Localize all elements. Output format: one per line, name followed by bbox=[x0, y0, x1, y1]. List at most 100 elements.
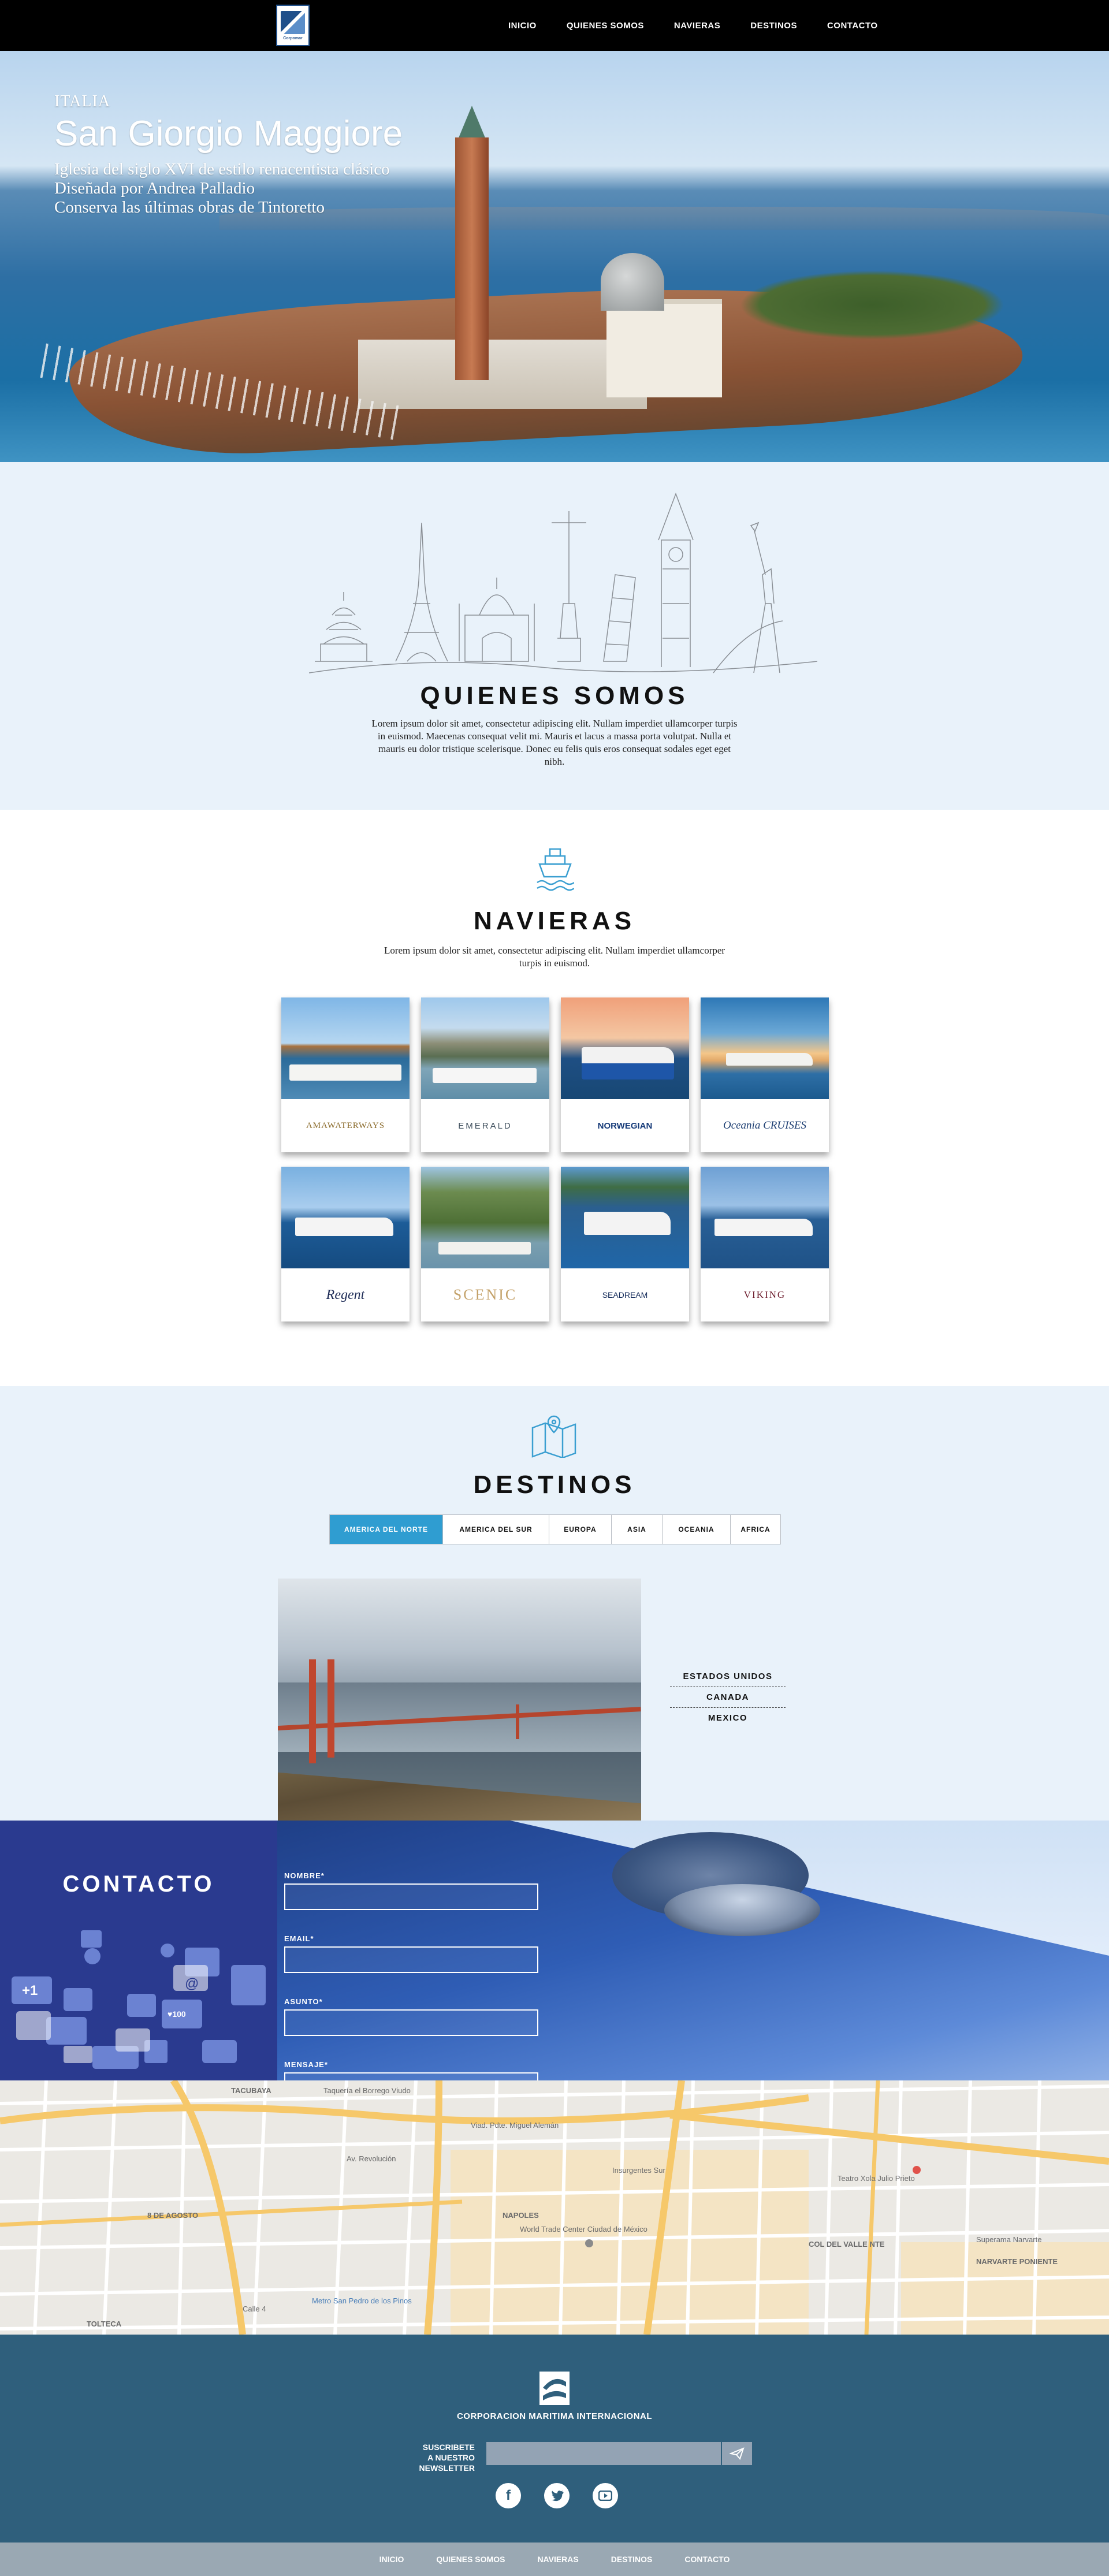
hero-line: Conserva las últimas obras de Tintoretto bbox=[54, 198, 325, 217]
hero-cloister bbox=[358, 340, 647, 409]
cruise-card-norwegian[interactable]: NORWEGIAN bbox=[561, 997, 689, 1152]
cruise-photo bbox=[561, 1167, 689, 1268]
nav-link-inicio[interactable]: INICIO bbox=[508, 21, 537, 31]
contact-form: NOMBRE* EMAIL* ASUNTO* MENSAJE* bbox=[284, 1871, 538, 2080]
cruise-photo bbox=[281, 997, 410, 1099]
contacto-section: CONTACTO +1 @ ♥100 NOMBRE* EMAIL* ASUNTO… bbox=[0, 1821, 1109, 2080]
hero-text: ITALIA San Giorgio Maggiore Iglesia del … bbox=[54, 92, 403, 217]
tab-europa[interactable]: EUROPA bbox=[549, 1515, 612, 1544]
newsletter-line: A NUESTRO NEWSLETTER bbox=[419, 2453, 475, 2473]
map-label: COL DEL VALLE NTE bbox=[809, 2240, 885, 2249]
email-field[interactable] bbox=[284, 1946, 538, 1973]
building-tower-base bbox=[664, 1884, 820, 1936]
map-pin-icon bbox=[531, 1415, 576, 1458]
map-label: Insurgentes Sur bbox=[612, 2166, 665, 2175]
nav-links: INICIO QUIENES SOMOS NAVIERAS DESTINOS C… bbox=[508, 0, 908, 51]
cruise-photo bbox=[421, 1167, 549, 1268]
cruise-card-oceania[interactable]: Oceania CRUISES bbox=[701, 997, 829, 1152]
tab-oceania[interactable]: OCEANIA bbox=[663, 1515, 731, 1544]
top-navigation: Corpomar INICIO QUIENES SOMOS NAVIERAS D… bbox=[0, 0, 1109, 51]
map-pin-icon[interactable] bbox=[585, 2239, 593, 2247]
hero-line: Iglesia del siglo XVI de estilo renacent… bbox=[54, 160, 390, 178]
footer-link-quienes-somos[interactable]: QUIENES SOMOS bbox=[436, 2555, 505, 2564]
nombre-label: NOMBRE* bbox=[284, 1871, 325, 1880]
tab-asia[interactable]: ASIA bbox=[612, 1515, 663, 1544]
mensaje-field[interactable] bbox=[284, 2072, 538, 2080]
nav-link-navieras[interactable]: NAVIERAS bbox=[674, 21, 720, 31]
map-label: World Trade Center Ciudad de México bbox=[520, 2225, 647, 2233]
cruise-logo: Regent bbox=[326, 1287, 365, 1302]
region-tabs: AMERICA DEL NORTE AMERICA DEL SUR EUROPA… bbox=[329, 1514, 781, 1544]
cruise-photo bbox=[281, 1167, 410, 1268]
cruise-card-viking[interactable]: VIKING bbox=[701, 1167, 829, 1321]
hero-bell-tower bbox=[455, 137, 489, 380]
social-media-illustration: +1 @ ♥100 bbox=[12, 1930, 266, 2069]
newsletter-submit-button[interactable] bbox=[721, 2442, 752, 2465]
newsletter-email-input[interactable] bbox=[486, 2442, 721, 2465]
cruise-photo bbox=[701, 1167, 829, 1268]
quienes-somos-title: QUIENES SOMOS bbox=[420, 682, 689, 710]
map-label: Superama Narvarte bbox=[976, 2235, 1041, 2244]
hero-country: ITALIA bbox=[54, 92, 111, 110]
cruise-logo: Oceania CRUISES bbox=[723, 1119, 807, 1131]
tab-america-del-sur[interactable]: AMERICA DEL SUR bbox=[443, 1515, 549, 1544]
mensaje-label: MENSAJE* bbox=[284, 2060, 328, 2069]
cruise-card-scenic[interactable]: SCENIC bbox=[421, 1167, 549, 1321]
map-label: Calle 4 bbox=[243, 2305, 266, 2313]
tab-america-del-norte[interactable]: AMERICA DEL NORTE bbox=[330, 1515, 443, 1544]
map-label: Taquería el Borrego Viudo bbox=[323, 2086, 411, 2095]
footer-link-destinos[interactable]: DESTINOS bbox=[611, 2555, 653, 2564]
cruise-card-emerald[interactable]: EMERALD bbox=[421, 997, 549, 1152]
cruise-card-seadream[interactable]: SEADREAM bbox=[561, 1167, 689, 1321]
facebook-icon[interactable]: f bbox=[496, 2483, 521, 2508]
cruise-card-amawaterways[interactable]: AMAWATERWAYS bbox=[281, 997, 410, 1152]
nombre-field[interactable] bbox=[284, 1883, 538, 1910]
map-label: NAPOLES bbox=[503, 2211, 539, 2220]
hero-trees bbox=[739, 270, 1005, 340]
contact-title: CONTACTO bbox=[62, 1871, 215, 1897]
cruise-logo: SCENIC bbox=[453, 1286, 518, 1303]
map-pin-icon[interactable] bbox=[913, 2166, 921, 2174]
tab-africa[interactable]: AFRICA bbox=[731, 1515, 780, 1544]
destinos-section: DESTINOS AMERICA DEL NORTE AMERICA DEL S… bbox=[0, 1386, 1109, 1821]
hero-banner: ITALIA San Giorgio Maggiore Iglesia del … bbox=[0, 51, 1109, 462]
hero-line: Diseñada por Andrea Palladio bbox=[54, 179, 255, 198]
footer-logo-icon[interactable] bbox=[538, 2370, 571, 2406]
location-map[interactable]: TACUBAYA Taquería el Borrego Viudo NAPOL… bbox=[0, 2080, 1109, 2335]
hero-description: Iglesia del siglo XVI de estilo renacent… bbox=[54, 160, 403, 217]
hero-title: San Giorgio Maggiore bbox=[54, 114, 403, 154]
footer-link-navieras[interactable]: NAVIERAS bbox=[537, 2555, 578, 2564]
cruise-logo: EMERALD bbox=[458, 1121, 512, 1131]
cruise-logo: VIKING bbox=[743, 1289, 786, 1300]
map-label: NARVARTE PONIENTE bbox=[976, 2257, 1058, 2266]
map-label: TOLTECA bbox=[87, 2320, 122, 2328]
hero-dome bbox=[601, 253, 664, 311]
social-links: f bbox=[496, 2483, 618, 2508]
nav-link-quienes-somos[interactable]: QUIENES SOMOS bbox=[567, 21, 644, 31]
nav-link-contacto[interactable]: CONTACTO bbox=[827, 21, 878, 31]
site-logo[interactable]: Corpomar bbox=[276, 5, 310, 46]
svg-text:@: @ bbox=[185, 1976, 199, 1991]
nav-link-destinos[interactable]: DESTINOS bbox=[750, 21, 797, 31]
footer-link-inicio[interactable]: INICIO bbox=[379, 2555, 404, 2564]
country-mexico[interactable]: MEXICO bbox=[670, 1708, 786, 1729]
newsletter-label: SUSCRIBETE A NUESTRO NEWSLETTER bbox=[370, 2442, 475, 2473]
twitter-icon[interactable] bbox=[544, 2483, 570, 2508]
cruise-card-regent[interactable]: Regent bbox=[281, 1167, 410, 1321]
country-estados-unidos[interactable]: ESTADOS UNIDOS bbox=[670, 1666, 786, 1687]
navieras-body: Lorem ipsum dolor sit amet, consectetur … bbox=[384, 945, 725, 969]
cruise-logo: AMAWATERWAYS bbox=[306, 1121, 385, 1130]
svg-text:+1: +1 bbox=[22, 1983, 38, 1998]
navieras-section: NAVIERAS Lorem ipsum dolor sit amet, con… bbox=[0, 810, 1109, 1386]
country-canada[interactable]: CANADA bbox=[670, 1687, 786, 1708]
asunto-field[interactable] bbox=[284, 2009, 538, 2036]
logo-text: Corpomar bbox=[283, 36, 303, 40]
navieras-title: NAVIERAS bbox=[473, 907, 636, 935]
company-name: CORPORACION MARITIMA INTERNACIONAL bbox=[456, 2411, 653, 2421]
footer-link-contacto[interactable]: CONTACTO bbox=[684, 2555, 730, 2564]
hero-church bbox=[606, 299, 722, 397]
cruise-photo bbox=[701, 997, 829, 1099]
footer-navigation: INICIO QUIENES SOMOS NAVIERAS DESTINOS C… bbox=[0, 2543, 1109, 2576]
paper-plane-icon bbox=[730, 2447, 745, 2460]
youtube-icon[interactable] bbox=[593, 2483, 618, 2508]
